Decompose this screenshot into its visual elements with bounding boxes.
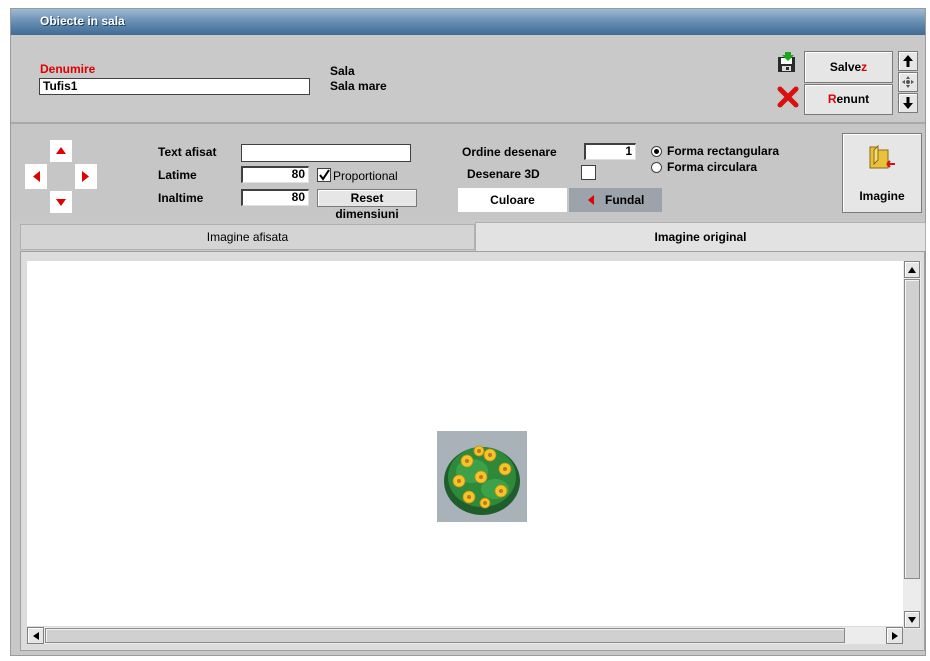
fundal-button[interactable]: Fundal (569, 188, 662, 212)
save-button[interactable]: Salvez (804, 51, 893, 83)
arrow-up-icon (903, 55, 913, 67)
fundal-label: Fundal (605, 193, 645, 207)
checkmark-icon (319, 169, 330, 181)
arrow-down-icon (903, 97, 913, 109)
center-record-button[interactable] (898, 72, 918, 92)
text-afisat-input[interactable] (241, 144, 411, 162)
move-icon (902, 76, 914, 88)
tab-imagine-original[interactable]: Imagine original (475, 222, 926, 251)
desenare3d-label: Desenare 3D (467, 167, 540, 181)
text-afisat-label: Text afisat (158, 145, 217, 159)
proportional-checkbox[interactable] (317, 168, 331, 182)
latime-label: Latime (158, 168, 197, 182)
move-down-button[interactable] (50, 191, 72, 213)
sala-value: Sala mare (330, 79, 387, 93)
forma-rect-label: Forma rectangulara (667, 144, 780, 158)
denumire-input[interactable]: Tufis1 (39, 78, 310, 95)
window-title: Obiecte in sala (40, 14, 125, 28)
scroll-down-icon (908, 616, 916, 623)
prev-record-button[interactable] (898, 51, 918, 71)
triangle-right-icon (82, 171, 89, 182)
desenare3d-checkbox[interactable] (581, 165, 596, 180)
latime-input[interactable]: 80 (241, 166, 309, 183)
vertical-scroll-thumb[interactable] (904, 279, 920, 579)
culoare-button[interactable]: Culoare (458, 188, 567, 212)
inaltime-input[interactable]: 80 (241, 189, 309, 206)
triangle-left-icon (33, 171, 40, 182)
triangle-down-icon (56, 199, 66, 206)
scroll-left-icon (32, 631, 39, 640)
bush-image (437, 431, 527, 522)
triangle-up-icon (56, 147, 66, 154)
next-record-button[interactable] (898, 93, 918, 113)
scroll-up-button[interactable] (904, 261, 920, 278)
ordine-label: Ordine desenare (462, 145, 557, 159)
save-floppy-icon[interactable] (776, 52, 798, 74)
radio-dot (654, 149, 659, 154)
tab-imagine-afisata[interactable]: Imagine afisata (20, 224, 475, 250)
forma-circ-label: Forma circulara (667, 160, 758, 174)
cancel-button[interactable]: Renunt (804, 84, 893, 115)
move-left-button[interactable] (25, 164, 47, 189)
forma-circ-radio[interactable] (651, 162, 662, 173)
reset-dimensions-button[interactable]: Reset dimensiuni (317, 189, 417, 221)
position-dpad (25, 140, 99, 213)
dpad-center (50, 164, 72, 189)
forma-rect-radio[interactable] (651, 146, 662, 157)
proportional-label: Proportional (333, 169, 398, 183)
scroll-right-icon (891, 631, 898, 640)
sala-label: Sala (330, 64, 355, 78)
scroll-left-button[interactable] (27, 627, 44, 644)
title-bar (11, 9, 925, 35)
move-up-button[interactable] (50, 140, 72, 162)
scroll-right-button[interactable] (886, 627, 903, 644)
horizontal-scroll-thumb[interactable] (45, 628, 845, 643)
fundal-arrow-icon (587, 188, 595, 220)
scroll-up-icon (908, 266, 916, 273)
move-right-button[interactable] (75, 164, 97, 189)
scroll-down-button[interactable] (904, 611, 920, 628)
inaltime-label: Inaltime (158, 191, 204, 205)
imagine-label: Imagine (859, 189, 905, 203)
folder-image-icon (868, 144, 898, 172)
ordine-input[interactable]: 1 (584, 143, 636, 160)
imagine-button[interactable]: Imagine (842, 133, 922, 213)
red-x-icon[interactable] (777, 86, 799, 108)
denumire-label: Denumire (40, 62, 96, 76)
